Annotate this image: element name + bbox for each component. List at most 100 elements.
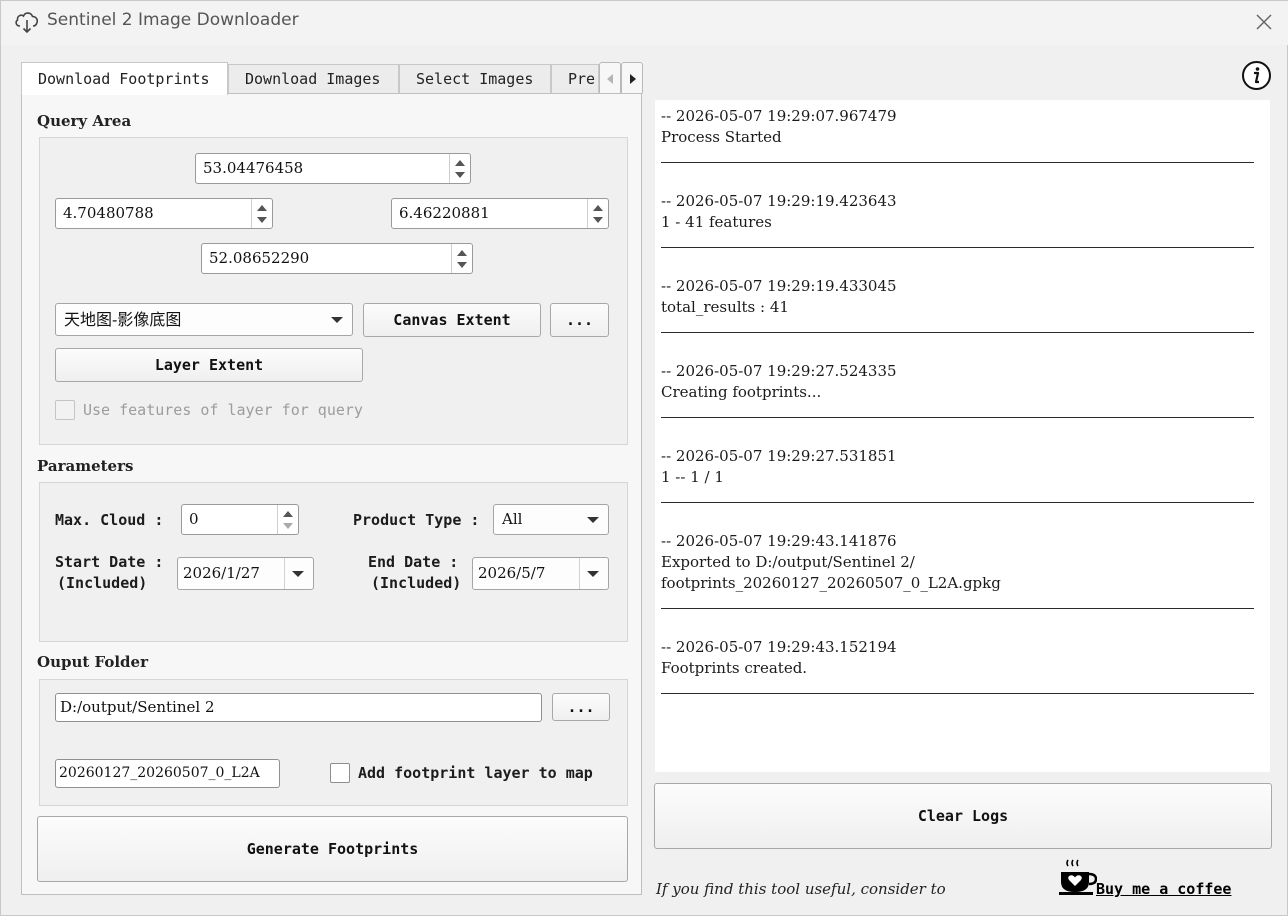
tab-scroll-left[interactable] (599, 62, 621, 95)
use-features-label: Use features of layer for query (83, 401, 363, 419)
window-title: Sentinel 2 Image Downloader (47, 10, 299, 30)
parameters-title: Parameters (37, 457, 134, 475)
divider (579, 558, 580, 589)
log-message: Footprints created. (661, 659, 808, 677)
spin-up-icon (593, 205, 603, 211)
log-timestamp: -- 2026-05-07 19:29:43.141876 (661, 532, 897, 550)
log-entry: -- 2026-05-07 19:29:43.141876 Exported to… (655, 531, 1270, 609)
layer-extent-button[interactable]: Layer Extent (55, 348, 363, 382)
product-type-value: All (502, 510, 523, 528)
log-entry: -- 2026-05-07 19:29:07.967479 Process Sta… (655, 106, 1270, 163)
spin-arrows[interactable] (277, 505, 298, 534)
log-timestamp: -- 2026-05-07 19:29:19.423643 (661, 192, 897, 210)
north-coordinate-spinbox[interactable]: 53.04476458 (195, 153, 471, 184)
product-type-label: Product Type : (353, 511, 480, 529)
south-value: 52.08652290 (209, 249, 310, 267)
add-layer-label: Add footprint layer to map (358, 764, 593, 782)
max-cloud-value: 0 (189, 510, 199, 528)
log-output[interactable]: -- 2026-05-07 19:29:07.967479 Process Sta… (655, 100, 1270, 772)
log-entry: -- 2026-05-07 19:29:27.531851 1 -- 1 / 1 (655, 446, 1270, 503)
south-coordinate-spinbox[interactable]: 52.08652290 (201, 243, 473, 274)
chevron-down-icon (331, 317, 343, 323)
use-features-checkbox[interactable] (55, 400, 75, 420)
spin-up-icon (455, 160, 465, 166)
layer-select-value: 天地图-影像底图 (64, 310, 182, 329)
spin-arrows[interactable] (251, 199, 272, 228)
log-message: 1 -- 1 / 1 (661, 468, 724, 486)
layer-select[interactable]: 天地图-影像底图 (55, 303, 353, 336)
product-type-select[interactable]: All (493, 504, 609, 535)
log-message: Exported to D:/output/Sentinel 2/ (661, 553, 915, 571)
query-area-title: Query Area (37, 112, 132, 130)
spin-down-icon (457, 262, 467, 268)
log-entry: -- 2026-05-07 19:29:19.433045 total_resul… (655, 276, 1270, 333)
log-message: footprints_20260127_20260507_0_L2A.gpkg (661, 574, 1001, 592)
log-message: 1 - 41 features (661, 213, 772, 231)
log-entry: -- 2026-05-07 19:29:43.152194 Footprints … (655, 637, 1270, 694)
north-value: 53.04476458 (203, 159, 304, 177)
log-timestamp: -- 2026-05-07 19:29:27.531851 (661, 447, 897, 465)
spin-up-icon (457, 250, 467, 256)
start-date-label: Start Date : (55, 553, 164, 571)
coffee-cup-icon[interactable] (1059, 858, 1097, 896)
east-value: 6.46220881 (399, 204, 490, 222)
add-layer-checkbox[interactable] (330, 763, 350, 783)
spin-down-icon (283, 523, 293, 529)
log-separator (661, 403, 1254, 418)
footer-message: If you find this tool useful, consider t… (656, 880, 946, 898)
generate-footprints-button[interactable]: Generate Footprints (37, 816, 628, 882)
tab-scroll-right[interactable] (621, 62, 643, 95)
end-date-value: 2026/5/7 (478, 564, 546, 582)
spin-down-icon (455, 172, 465, 178)
tab-select-images[interactable]: Select Images (399, 64, 551, 93)
info-icon[interactable] (1241, 60, 1272, 91)
log-separator (661, 594, 1254, 609)
close-icon[interactable] (1247, 5, 1281, 39)
start-date-value: 2026/1/27 (183, 564, 260, 582)
max-cloud-spinbox[interactable]: 0 (181, 504, 299, 535)
west-coordinate-spinbox[interactable]: 4.70480788 (55, 198, 273, 229)
log-separator (661, 488, 1254, 503)
spin-down-icon (593, 217, 603, 223)
log-timestamp: -- 2026-05-07 19:29:27.524335 (661, 362, 897, 380)
log-separator (661, 679, 1254, 694)
app-window: Sentinel 2 Image Downloader Download Foo… (0, 0, 1288, 916)
tab-download-images[interactable]: Download Images (228, 64, 399, 93)
canvas-extent-button[interactable]: Canvas Extent (363, 303, 541, 337)
extent-options-button[interactable]: ... (550, 303, 609, 337)
clear-logs-button[interactable]: Clear Logs (654, 783, 1272, 849)
spin-up-icon (257, 205, 267, 211)
spin-down-icon (257, 217, 267, 223)
browse-folder-button[interactable]: ... (552, 693, 610, 721)
start-date-edit[interactable]: 2026/1/27 (177, 557, 314, 590)
buy-me-a-coffee-link[interactable]: Buy me a coffee (1096, 880, 1231, 898)
spin-arrows[interactable] (587, 199, 608, 228)
log-message: Creating footprints... (661, 383, 822, 401)
spin-up-icon (283, 511, 293, 517)
footprint-filename-input[interactable]: 20260127_20260507_0_L2A (55, 759, 280, 788)
max-cloud-label: Max. Cloud : (55, 511, 164, 529)
tab-download-footprints[interactable]: Download Footprints (21, 62, 228, 95)
spin-arrows[interactable] (451, 244, 472, 273)
log-separator (661, 233, 1254, 248)
end-date-edit[interactable]: 2026/5/7 (472, 557, 609, 590)
log-timestamp: -- 2026-05-07 19:29:43.152194 (661, 638, 897, 656)
log-message: Process Started (661, 128, 782, 146)
log-timestamp: -- 2026-05-07 19:29:19.433045 (661, 277, 897, 295)
spin-arrows[interactable] (449, 154, 470, 183)
east-coordinate-spinbox[interactable]: 6.46220881 (391, 198, 609, 229)
chevron-left-icon (607, 74, 613, 84)
log-separator (661, 318, 1254, 333)
log-entry: -- 2026-05-07 19:29:19.423643 1 - 41 feat… (655, 191, 1270, 248)
tab-preview-partial[interactable]: Pre (551, 64, 599, 93)
log-timestamp: -- 2026-05-07 19:29:07.967479 (661, 107, 897, 125)
log-entry: -- 2026-05-07 19:29:27.524335 Creating fo… (655, 361, 1270, 418)
end-date-included-label: (Included) (371, 574, 462, 592)
output-folder-title: Ouput Folder (37, 653, 148, 671)
chevron-down-icon (292, 571, 304, 577)
log-message: total_results : 41 (661, 298, 789, 316)
start-date-included-label: (Included) (57, 574, 148, 592)
chevron-down-icon (587, 517, 599, 523)
log-separator (661, 148, 1254, 163)
output-folder-input[interactable]: D:/output/Sentinel 2 (55, 693, 542, 722)
